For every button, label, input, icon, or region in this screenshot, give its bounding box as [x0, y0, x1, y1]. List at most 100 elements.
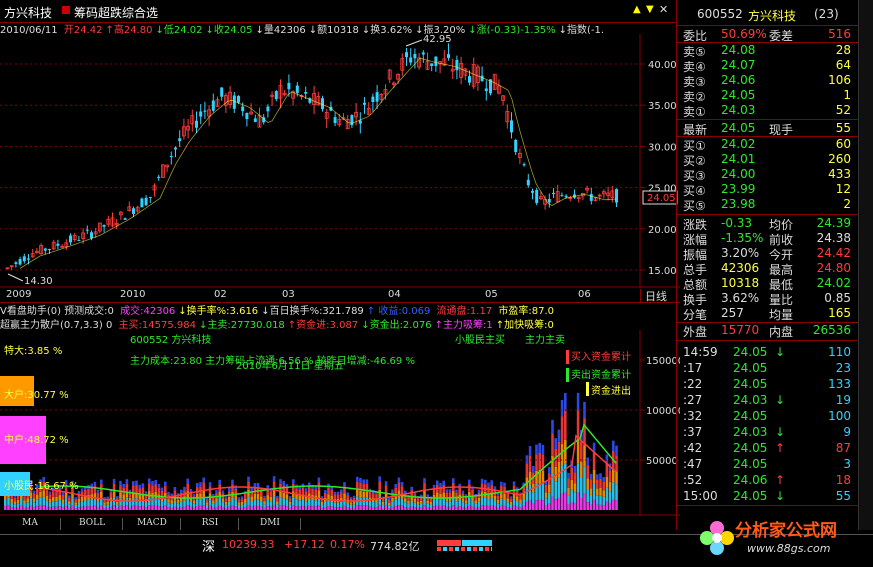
capital-flow-bar: [237, 497, 241, 500]
capital-flow-bar: [356, 490, 359, 497]
buy-level-row[interactable]: 买④ 23.99 12: [677, 182, 859, 198]
weibi-row[interactable]: 委比 50.69% 委差 516: [677, 27, 859, 43]
capital-flow-bar: [503, 482, 506, 487]
tick-row[interactable]: :42 24.05 ↑ 87: [677, 441, 859, 456]
buy-level-row[interactable]: 买③ 24.00 433: [677, 167, 859, 183]
tick-row[interactable]: :47 24.05 3: [677, 457, 859, 472]
capital-flow-bar: [487, 482, 490, 487]
last-price-tag: 24.05: [647, 193, 676, 204]
candle-body-down: [123, 218, 127, 220]
panel-header[interactable]: 600552 方兴科技 (23): [677, 7, 859, 23]
candle-body-down: [199, 111, 203, 117]
close-button[interactable]: ✕: [659, 3, 668, 16]
tab-boll[interactable]: BOLL: [62, 518, 123, 530]
capital-flow-bar: [170, 500, 173, 504]
capital-flow-bar: [599, 487, 602, 496]
candlestick-chart[interactable]: 42.95 14.30 24.05 40.00 35.00 30.00 25.00 20…: [0, 34, 680, 288]
capital-flow-bar: [183, 486, 186, 491]
capital-flow-bar: [458, 487, 461, 495]
stat-value-2: 24.42: [816, 246, 851, 260]
tick-price: 24.05: [733, 377, 768, 391]
tick-row[interactable]: :22 24.05 133: [677, 377, 859, 392]
capital-flow-bar: [26, 507, 29, 510]
stat-label: 分笔: [683, 308, 708, 322]
tick-row[interactable]: 14:59 24.05 ↓ 110: [677, 345, 859, 360]
stock-name-tab[interactable]: 方兴科技: [4, 4, 52, 21]
tick-row[interactable]: :17 24.05 23: [677, 361, 859, 376]
capital-flow-bar: [68, 497, 71, 502]
capital-flow-bar: [279, 479, 282, 484]
capital-flow-bar: [36, 506, 39, 510]
capital-flow-chart[interactable]: 150000 100000 50000 特大:3.85 % 大户:30.77 % 中…: [0, 330, 684, 516]
capital-flow-bar: [375, 494, 378, 499]
capital-flow-bar: [68, 504, 71, 508]
tick-row[interactable]: :52 24.06 ↑ 18: [677, 473, 859, 488]
tick-row[interactable]: :27 24.03 ↓ 19: [677, 393, 859, 408]
capital-flow-bar: [119, 480, 122, 486]
latest-row[interactable]: 最新 24.05 现手 55: [677, 121, 859, 137]
stat-row[interactable]: 涨跌 -0.33 均价 24.39: [677, 216, 859, 232]
capital-flow-bar: [471, 506, 474, 510]
sell-level-row[interactable]: 卖⑤ 24.08 28: [677, 43, 859, 59]
capital-flow-bar: [506, 493, 509, 499]
tab-ma[interactable]: MA: [0, 518, 61, 530]
buy-level-row[interactable]: 买⑤ 23.98 2: [677, 197, 859, 213]
stat-row[interactable]: 分笔 257 均量 165: [677, 306, 859, 322]
capital-flow-bar: [356, 505, 359, 510]
formula-name[interactable]: 筹码超跌综合选: [74, 4, 158, 21]
brand-url[interactable]: www.88gs.com: [747, 542, 830, 555]
panel-scroll-strip[interactable]: [858, 0, 873, 530]
capital-flow-bar: [525, 455, 529, 464]
capital-flow-bar: [132, 505, 135, 510]
capital-flow-bar: [135, 505, 138, 510]
sell-level-row[interactable]: 卖④ 24.07 64: [677, 58, 859, 74]
tab-rsi[interactable]: RSI: [182, 518, 239, 530]
scroll-up-button[interactable]: ▲: [633, 4, 641, 15]
capital-flow-bar: [106, 501, 109, 505]
capital-flow-bar: [228, 496, 231, 502]
stat-row[interactable]: 涨幅 -1.35% 前收 24.38: [677, 231, 859, 247]
capital-flow-bar: [375, 502, 378, 508]
capital-flow-bar: [426, 503, 429, 508]
index-pct: 0.17%: [330, 538, 365, 551]
capital-flow-bar: [215, 498, 218, 503]
stat-row[interactable]: 总手 42306 最高 24.80: [677, 261, 859, 277]
capital-flow-bar: [532, 492, 535, 504]
stat-row[interactable]: 总额 10318 最低 24.02: [677, 276, 859, 292]
capital-flow-bar: [586, 478, 589, 490]
tab-dmi[interactable]: DMI: [240, 518, 301, 530]
capital-flow-bar: [378, 481, 381, 490]
tab-macd[interactable]: MACD: [124, 518, 181, 530]
capital-flow-bar: [167, 491, 170, 495]
index-name[interactable]: 深: [202, 536, 215, 555]
info-segment: ↓指数(-1.: [558, 25, 605, 34]
large-holder-pct: 大户:30.77 %: [4, 388, 69, 401]
capital-flow-bar: [64, 505, 68, 510]
outer-inner-row[interactable]: 外盘 15770 内盘 26536: [677, 323, 859, 339]
tick-row[interactable]: :32 24.05 100: [677, 409, 859, 424]
buy-level-row[interactable]: 买② 24.01 260: [677, 152, 859, 168]
tick-row[interactable]: :37 24.03 ↓ 9: [677, 425, 859, 440]
capital-flow-bar: [173, 500, 177, 507]
capital-flow-bar: [391, 489, 394, 493]
capital-flow-bar: [106, 507, 109, 510]
tick-row[interactable]: 15:00 24.05 ↓ 55: [677, 489, 859, 504]
sell-level-row[interactable]: 卖① 24.03 52: [677, 103, 859, 119]
scroll-down-button[interactable]: ▼: [646, 4, 654, 15]
info-segment: ↓主卖:27730.018: [198, 320, 285, 330]
stat-row[interactable]: 换手 3.62% 量比 0.85: [677, 291, 859, 307]
capital-flow-bar: [362, 479, 365, 485]
capital-flow-bar: [589, 488, 593, 496]
sell-level-row[interactable]: 卖③ 24.06 106: [677, 73, 859, 89]
capital-flow-bar: [292, 483, 295, 492]
capital-flow-bar: [336, 491, 340, 495]
capital-flow-bar: [288, 501, 292, 505]
sell-level-row[interactable]: 卖② 24.05 1: [677, 88, 859, 104]
capital-flow-bar: [429, 507, 433, 510]
capital-flow-bar: [292, 479, 295, 484]
stat-row[interactable]: 振幅 3.20% 今开 24.42: [677, 246, 859, 262]
period-label[interactable]: 日线: [645, 288, 667, 304]
capital-flow-bar: [381, 504, 385, 508]
buy-level-row[interactable]: 买① 24.02 60: [677, 137, 859, 153]
capital-flow-bar: [586, 457, 589, 466]
